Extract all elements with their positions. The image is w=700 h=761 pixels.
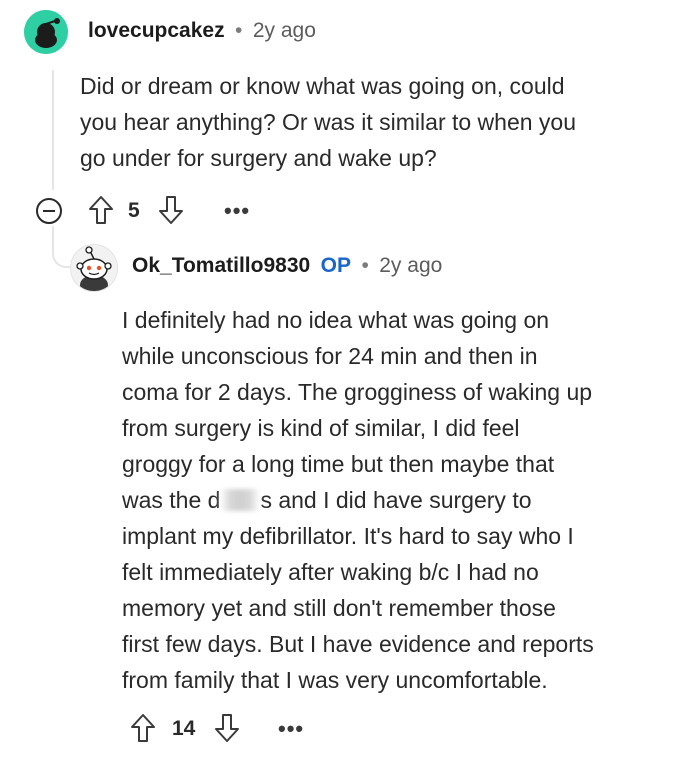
snoo-avatar-icon	[24, 10, 68, 54]
upvote-arrow-icon	[131, 714, 155, 742]
comment-line: I definitely had no idea what was going …	[122, 307, 550, 333]
comment-author[interactable]: Ok_Tomatillo9830	[132, 254, 310, 277]
comment-header: lovecupcakez • 2y ago	[88, 19, 316, 43]
vote-count: 14	[172, 717, 196, 740]
upvote-arrow-icon	[89, 196, 113, 224]
comment-line: implant my defibrillator. It's hard to s…	[122, 523, 574, 549]
avatar[interactable]	[70, 244, 118, 292]
comment-line: coma for 2 days. The grogginess of wakin…	[122, 379, 593, 405]
upvote-button[interactable]	[88, 195, 114, 230]
thread-line	[52, 70, 54, 190]
separator-dot: •	[361, 254, 369, 277]
redacted-line-end: s and I did have surgery to	[260, 487, 532, 513]
comment-line: groggy for a long time but then maybe th…	[122, 451, 555, 477]
downvote-arrow-icon	[159, 196, 183, 224]
comment-line: felt immediately after waking b/c I had …	[122, 559, 539, 585]
op-badge: OP	[320, 254, 351, 277]
snoo-avatar-icon	[71, 245, 117, 291]
comment-line: Did or dream or know what was going on, …	[80, 73, 565, 99]
avatar[interactable]	[24, 10, 68, 54]
blurred-word	[220, 489, 261, 511]
upvote-button[interactable]	[130, 713, 156, 748]
comment-line: memory yet and still don't remember thos…	[122, 595, 556, 621]
collapse-minus-icon[interactable]	[36, 198, 62, 224]
comment-author[interactable]: lovecupcakez	[88, 19, 225, 42]
downvote-button[interactable]	[214, 713, 240, 748]
comment-body: Did or dream or know what was going on, …	[80, 68, 680, 176]
downvote-arrow-icon	[215, 714, 239, 742]
comment-body: I definitely had no idea what was going …	[122, 302, 692, 698]
comment-header: Ok_Tomatillo9830 OP • 2y ago	[132, 254, 442, 278]
more-options-icon[interactable]: •••	[224, 198, 250, 224]
downvote-button[interactable]	[158, 195, 184, 230]
comment-line: you hear anything? Or was it similar to …	[80, 109, 577, 135]
vote-count: 5	[128, 199, 140, 222]
comment-line: go under for surgery and wake up?	[80, 145, 437, 171]
comment-line-redacted: was the d s and I did have surgery to	[122, 482, 692, 518]
thread-branch-line	[52, 226, 72, 268]
comment-line: from surgery is kind of similar, I did f…	[122, 415, 520, 441]
comment-timestamp: 2y ago	[252, 19, 316, 42]
comment-timestamp: 2y ago	[379, 254, 443, 277]
separator-dot: •	[235, 19, 243, 42]
comment-line: from family that I was very uncomfortabl…	[122, 667, 548, 693]
comment-line: while unconscious for 24 min and then in	[122, 343, 538, 369]
more-options-icon[interactable]: •••	[278, 716, 304, 742]
redacted-line-start: was the d	[122, 487, 221, 513]
comment-line: first few days. But I have evidence and …	[122, 631, 594, 657]
